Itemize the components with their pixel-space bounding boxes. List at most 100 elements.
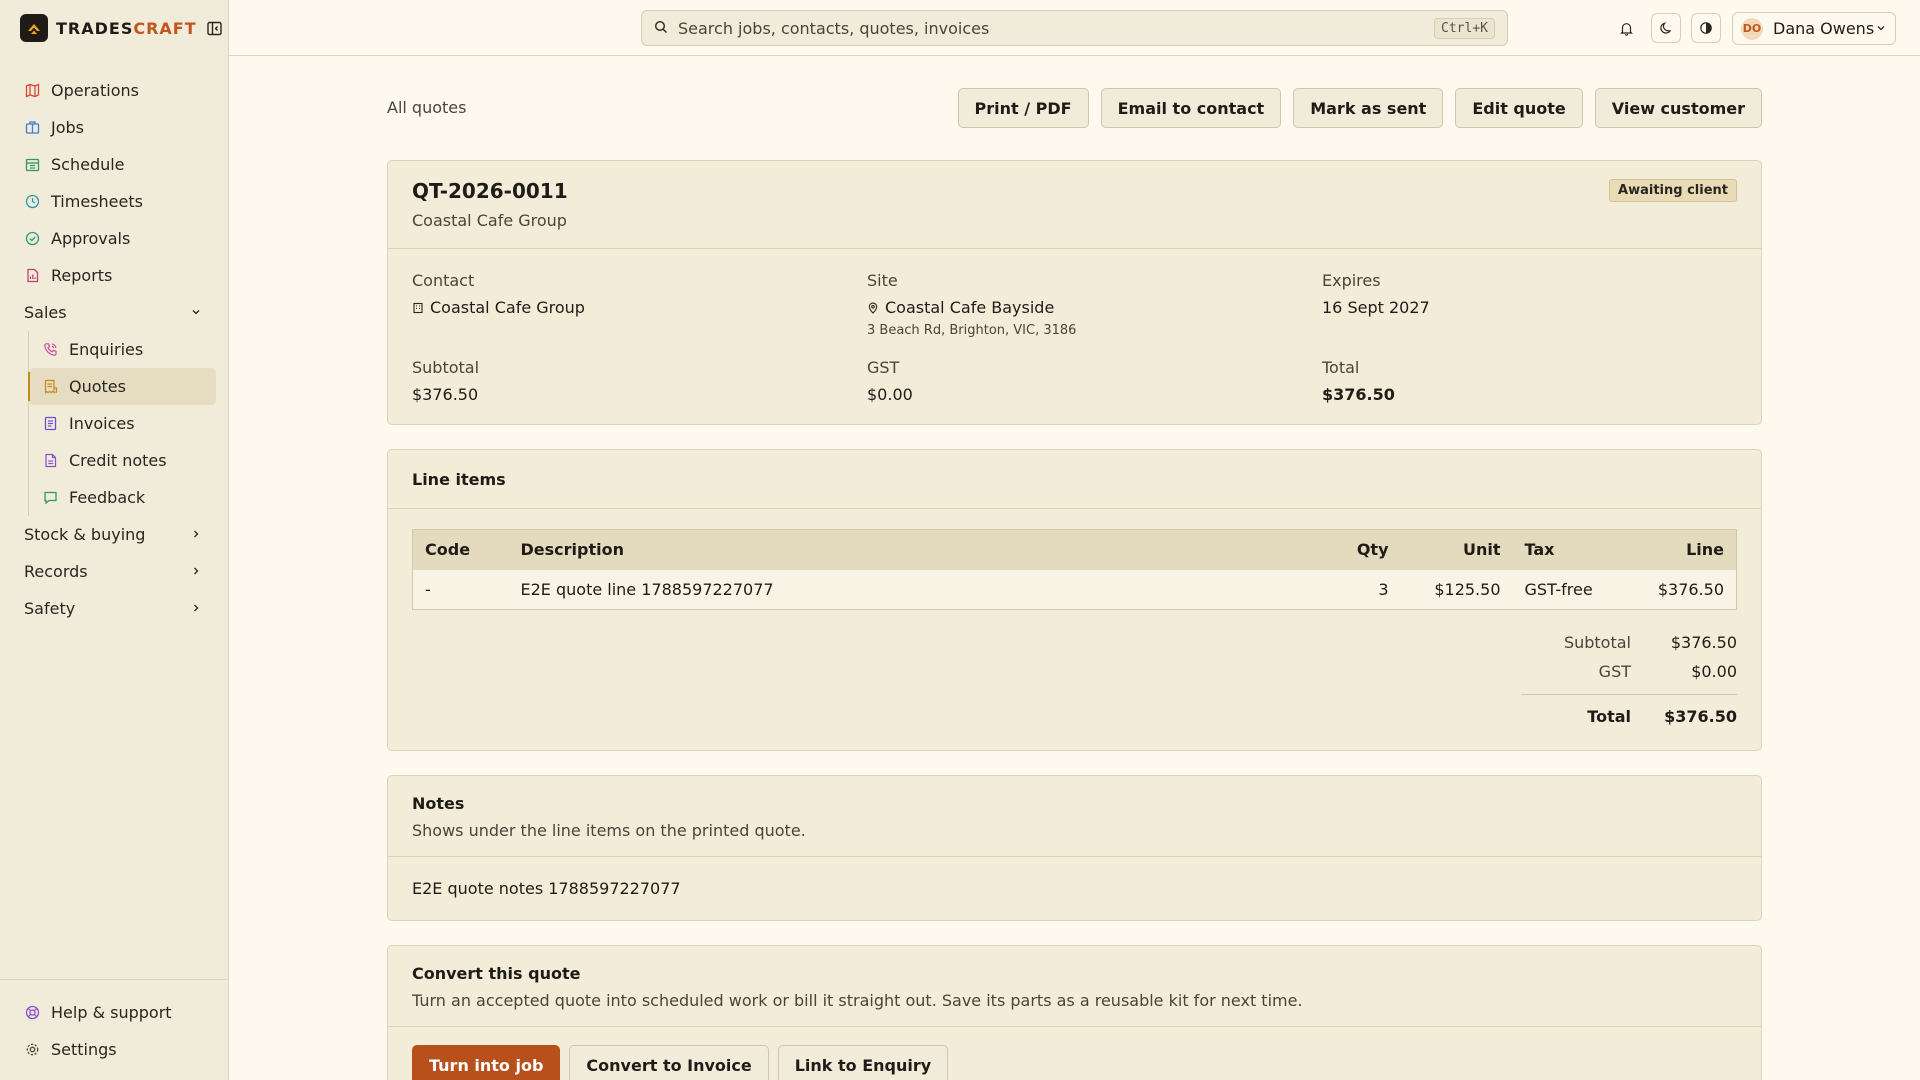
- sidebar-item-schedule[interactable]: Schedule: [0, 146, 228, 183]
- chevron-right-icon: [190, 562, 202, 581]
- sidebar-item-label: Schedule: [51, 155, 125, 174]
- chevron-right-icon: [190, 599, 202, 618]
- expires-label: Expires: [1322, 271, 1381, 290]
- contact-name: Coastal Cafe Group: [430, 298, 585, 317]
- cell-code: -: [412, 569, 509, 610]
- cell-qty: 3: [1320, 569, 1401, 610]
- cell-line: $376.50: [1624, 569, 1737, 610]
- totals-total-label: Total: [1587, 707, 1631, 726]
- print-pdf-button[interactable]: Print / PDF: [957, 88, 1089, 128]
- notes-card: Notes Shows under the line items on the …: [387, 775, 1762, 921]
- invoice-icon: [42, 416, 58, 432]
- site-label: Site: [867, 271, 898, 290]
- site-address: 3 Beach Rd, Brighton, VIC, 3186: [867, 323, 1077, 338]
- lifebuoy-icon: [24, 1005, 40, 1021]
- sidebar-group-safety[interactable]: Safety: [0, 590, 228, 627]
- sidebar-item-label: Reports: [51, 266, 113, 285]
- totals-gst-label: GST: [1598, 662, 1631, 681]
- cell-description: E2E quote line 1788597227077: [508, 569, 1321, 610]
- line-items-totals: Subtotal $376.50 GST $0.00 Total $376.50: [1501, 628, 1737, 732]
- chevron-right-icon: [190, 525, 202, 544]
- gst-label: GST: [867, 358, 900, 377]
- user-name: Dana Owens: [1773, 19, 1875, 38]
- quote-details: Contact Coastal Cafe Group Site Coastal …: [388, 249, 1761, 424]
- brand-logo-icon[interactable]: [20, 14, 48, 42]
- search-input[interactable]: Search jobs, contacts, quotes, invoices …: [641, 10, 1508, 46]
- sidebar: TRADESCRAFT Operations Jobs Schedule Tim…: [0, 0, 229, 1080]
- topbar: Search jobs, contacts, quotes, invoices …: [229, 0, 1920, 56]
- sidebar-group-label: Records: [24, 562, 88, 581]
- message-icon: [42, 490, 58, 506]
- convert-to-invoice-button[interactable]: Convert to Invoice: [569, 1045, 769, 1080]
- totals-gst-value: $0.00: [1691, 662, 1737, 681]
- breadcrumb-all-quotes[interactable]: All quotes: [387, 98, 466, 117]
- search-placeholder: Search jobs, contacts, quotes, invoices: [678, 18, 990, 38]
- sidebar-item-approvals[interactable]: Approvals: [0, 220, 228, 257]
- search-shortcut-hint: Ctrl+K: [1434, 17, 1495, 39]
- sidebar-item-label: Credit notes: [69, 451, 167, 470]
- sidebar-item-jobs[interactable]: Jobs: [0, 109, 228, 146]
- contact-link[interactable]: Coastal Cafe Group: [412, 298, 867, 317]
- mark-as-sent-button[interactable]: Mark as sent: [1293, 88, 1444, 128]
- dark-mode-moon-icon[interactable]: [1651, 13, 1681, 43]
- view-customer-button[interactable]: View customer: [1594, 88, 1762, 128]
- totals-subtotal-value: $376.50: [1670, 633, 1737, 652]
- sidebar-collapse-icon[interactable]: [207, 20, 223, 36]
- sidebar-group-label: Safety: [24, 599, 76, 618]
- quote-actions: Print / PDF Email to contact Mark as sen…: [957, 88, 1762, 128]
- sidebar-item-enquiries[interactable]: Enquiries: [29, 331, 216, 368]
- totals-gst-row: GST $0.00: [1501, 657, 1737, 686]
- line-items-card: Line items Code Description Qty Unit Tax…: [387, 449, 1762, 751]
- sidebar-item-credit-notes[interactable]: Credit notes: [29, 442, 216, 479]
- notes-hint: Shows under the line items on the printe…: [412, 821, 806, 840]
- sidebar-footer: Help & support Settings: [0, 979, 228, 1080]
- column-header-line: Line: [1686, 540, 1724, 560]
- gst-field: GST $0.00: [867, 358, 1322, 404]
- sidebar-item-invoices[interactable]: Invoices: [29, 405, 216, 442]
- sidebar-item-label: Operations: [51, 81, 139, 100]
- sidebar-group-sales[interactable]: Sales: [0, 294, 228, 331]
- sidebar-item-operations[interactable]: Operations: [0, 72, 228, 109]
- sidebar-item-timesheets[interactable]: Timesheets: [0, 183, 228, 220]
- sidebar-item-label: Jobs: [51, 118, 84, 137]
- map-pin-icon: [867, 302, 879, 314]
- link-to-enquiry-button[interactable]: Link to Enquiry: [777, 1045, 949, 1080]
- sidebar-item-quotes[interactable]: Quotes: [28, 368, 216, 405]
- sidebar-group-stock-buying[interactable]: Stock & buying: [0, 516, 228, 553]
- status-badge: Awaiting client: [1609, 179, 1737, 202]
- convert-title: Convert this quote: [412, 964, 581, 983]
- sidebar-item-label: Enquiries: [69, 340, 144, 359]
- map-icon: [24, 83, 40, 99]
- site-link[interactable]: Coastal Cafe Bayside: [867, 298, 1322, 317]
- turn-into-job-button[interactable]: Turn into job: [412, 1045, 561, 1080]
- gear-icon: [24, 1042, 40, 1058]
- total-value: $376.50: [1322, 385, 1395, 404]
- totals-subtotal-row: Subtotal $376.50: [1501, 628, 1737, 657]
- total-label: Total: [1322, 358, 1360, 377]
- sidebar-item-reports[interactable]: Reports: [0, 257, 228, 294]
- cell-tax: GST-free: [1512, 569, 1625, 610]
- sidebar-group-records[interactable]: Records: [0, 553, 228, 590]
- notes-text: E2E quote notes 1788597227077: [412, 879, 681, 898]
- sidebar-item-label: Timesheets: [51, 192, 143, 211]
- line-items-header: Line items: [388, 450, 1761, 509]
- expires-value: 16 Sept 2027: [1322, 298, 1430, 317]
- subtotal-field: Subtotal $376.50: [412, 358, 867, 404]
- email-to-contact-button[interactable]: Email to contact: [1100, 88, 1282, 128]
- table-header-row: Code Description Qty Unit Tax Line: [412, 529, 1737, 570]
- notes-title: Notes: [412, 794, 465, 813]
- contrast-icon[interactable]: [1691, 13, 1721, 43]
- user-menu-button[interactable]: DO Dana Owens: [1732, 12, 1896, 45]
- notifications-bell-icon[interactable]: [1611, 13, 1641, 43]
- sidebar-item-label: Help & support: [51, 1003, 172, 1022]
- edit-quote-button[interactable]: Edit quote: [1455, 88, 1583, 128]
- page-header: All quotes Print / PDF Email to contact …: [387, 56, 1762, 160]
- sidebar-item-settings[interactable]: Settings: [0, 1031, 228, 1068]
- sidebar-item-help[interactable]: Help & support: [0, 994, 228, 1031]
- totals-total-value: $376.50: [1664, 707, 1737, 726]
- main-content: All quotes Print / PDF Email to contact …: [387, 56, 1762, 1080]
- subtotal-value: $376.50: [412, 385, 479, 404]
- sidebar-item-label: Feedback: [69, 488, 146, 507]
- convert-actions: Turn into job Convert to Invoice Link to…: [388, 1027, 1761, 1080]
- sidebar-item-feedback[interactable]: Feedback: [29, 479, 216, 516]
